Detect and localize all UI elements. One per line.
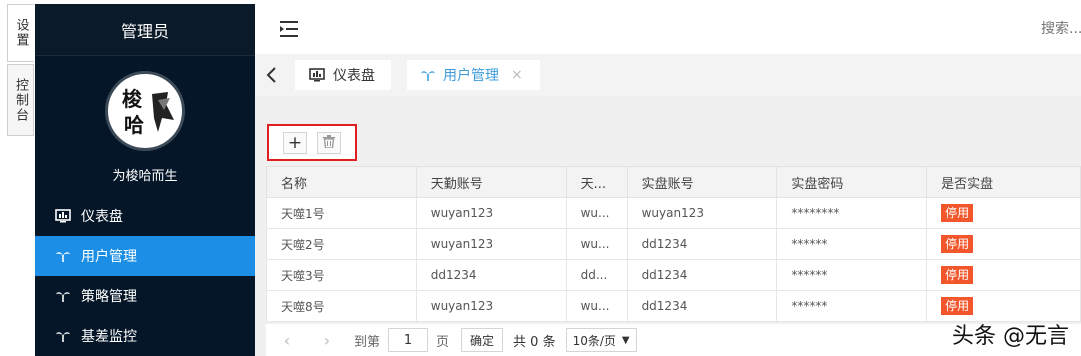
palm-icon: [55, 328, 71, 344]
total-count: 共 0 条: [513, 334, 556, 350]
caret-down-icon: ▼: [621, 334, 630, 346]
table-row[interactable]: 天噬2号 wuyan123 wu... dd1234 ****** 停用: [266, 228, 1081, 260]
status-badge[interactable]: 停用: [941, 204, 974, 222]
cell-live-password: ******: [776, 290, 928, 322]
cell-name: 天噬8号: [266, 290, 417, 322]
sidebar-item-strategy-management-label: 策略管理: [81, 289, 137, 305]
cell-live-account: dd1234: [626, 259, 778, 291]
column-header-name[interactable]: 名称: [266, 166, 417, 198]
page-size-select[interactable]: 10条/页 ▼: [565, 328, 637, 352]
cell-tq-truncated: wu...: [565, 290, 628, 322]
column-header-live-account[interactable]: 实盘账号: [626, 166, 778, 198]
main-content: + 名称 天勤账号 天... 实盘账号 实盘密码 是否实盘 天噬1号 wuyan…: [255, 96, 1081, 356]
cell-tq-account: wuyan123: [415, 228, 567, 260]
column-header-tq-account[interactable]: 天勤账号: [415, 166, 567, 198]
tab-user-management[interactable]: 用户管理 ×: [407, 60, 540, 90]
sidebar-item-user-management-label: 用户管理: [81, 249, 137, 265]
indent-icon[interactable]: [280, 21, 298, 37]
avatar-text-2: 哈: [124, 113, 144, 137]
column-header-tq-truncated[interactable]: 天...: [565, 166, 628, 198]
side-tab-settings[interactable]: 设置: [7, 4, 34, 62]
sidebar-item-user-management[interactable]: 用户管理: [35, 236, 255, 276]
avatar-text-1: 梭: [122, 87, 143, 111]
sidebar-item-strategy-management[interactable]: 策略管理: [35, 276, 255, 316]
top-bar: [255, 4, 1081, 54]
page-number-input[interactable]: [388, 328, 429, 352]
cell-tq-truncated: wu...: [565, 228, 628, 260]
confirm-button[interactable]: 确定: [461, 328, 504, 352]
cell-live-password: ******: [776, 259, 928, 291]
status-badge[interactable]: 停用: [941, 297, 974, 315]
page-tab-bar: 仪表盘 用户管理 ×: [255, 54, 1081, 96]
palm-icon: [55, 248, 71, 264]
cell-tq-truncated: wu...: [565, 197, 628, 229]
cell-is-live: 停用: [926, 259, 1081, 291]
table-row[interactable]: 天噬3号 dd1234 dd... dd1234 ****** 停用: [266, 259, 1081, 291]
status-badge[interactable]: 停用: [941, 235, 974, 253]
cell-live-account: dd1234: [626, 290, 778, 322]
avatar[interactable]: 梭 哈: [105, 71, 185, 151]
column-header-live-password[interactable]: 实盘密码: [776, 166, 928, 198]
tab-dashboard[interactable]: 仪表盘: [295, 60, 391, 90]
table-toolbar: +: [267, 124, 357, 161]
search-input[interactable]: [1041, 18, 1081, 40]
sidebar-item-dashboard[interactable]: 仪表盘: [35, 196, 255, 236]
cell-is-live: 停用: [926, 228, 1081, 260]
cell-tq-account: dd1234: [415, 259, 567, 291]
table-row[interactable]: 天噬1号 wuyan123 wu... wuyan123 ******** 停用: [266, 197, 1081, 229]
watermark: 头条 @无言: [952, 324, 1069, 349]
sidebar-item-basis-monitoring[interactable]: 基差监控: [35, 316, 255, 356]
table-header-row: 名称 天勤账号 天... 实盘账号 实盘密码 是否实盘: [266, 166, 1081, 198]
delete-button[interactable]: [317, 132, 341, 154]
sidebar-item-basis-monitoring-label: 基差监控: [81, 329, 137, 345]
cell-live-account: dd1234: [626, 228, 778, 260]
avatar-image: 梭 哈: [122, 87, 174, 137]
palm-icon: [421, 68, 435, 82]
side-tab-console-label: 控制台: [13, 77, 28, 123]
cell-tq-account: wuyan123: [415, 197, 567, 229]
cell-name: 天噬2号: [266, 228, 417, 260]
cell-is-live: 停用: [926, 290, 1081, 322]
goto-label: 到第: [354, 334, 381, 350]
status-badge[interactable]: 停用: [941, 266, 974, 284]
cell-live-account: wuyan123: [626, 197, 778, 229]
next-page-button[interactable]: ›: [312, 331, 342, 350]
side-tab-console[interactable]: 控制台: [7, 64, 34, 136]
sidebar: 管理员 梭 哈 为梭哈而生 仪表盘 用户管理 策略管理 基差监控: [35, 4, 255, 356]
prev-page-button[interactable]: ‹: [272, 331, 302, 350]
side-tab-settings-label: 设置: [13, 18, 29, 48]
cell-tq-truncated: dd...: [565, 259, 628, 291]
tab-dashboard-label: 仪表盘: [333, 68, 375, 84]
user-table: 名称 天勤账号 天... 实盘账号 实盘密码 是否实盘 天噬1号 wuyan12…: [266, 166, 1081, 322]
close-icon[interactable]: ×: [511, 67, 523, 83]
side-tab-strip: 设置 控制台: [0, 0, 35, 356]
trash-icon: [323, 134, 335, 152]
sidebar-header: 管理员: [35, 4, 255, 56]
table-row[interactable]: 天噬8号 wuyan123 wu... dd1234 ****** 停用: [266, 290, 1081, 322]
cell-name: 天噬1号: [266, 197, 417, 229]
dashboard-icon: [55, 208, 71, 224]
cell-live-password: ******: [776, 228, 928, 260]
chevron-left-icon[interactable]: [265, 65, 279, 85]
cell-live-password: ********: [776, 197, 928, 229]
dashboard-icon: [309, 68, 325, 82]
slogan: 为梭哈而生: [112, 169, 178, 184]
add-button-label: +: [287, 132, 303, 153]
page-unit-label: 页: [436, 334, 450, 350]
sidebar-item-dashboard-label: 仪表盘: [81, 209, 123, 225]
palm-icon: [55, 288, 71, 304]
page-size-value: 10条/页: [572, 333, 616, 348]
cell-tq-account: wuyan123: [415, 290, 567, 322]
cell-is-live: 停用: [926, 197, 1081, 229]
add-button[interactable]: +: [283, 132, 307, 154]
column-header-is-live[interactable]: 是否实盘: [926, 166, 1081, 198]
cell-name: 天噬3号: [266, 259, 417, 291]
tab-user-management-label: 用户管理: [443, 68, 499, 84]
sidebar-header-label: 管理员: [120, 21, 169, 41]
